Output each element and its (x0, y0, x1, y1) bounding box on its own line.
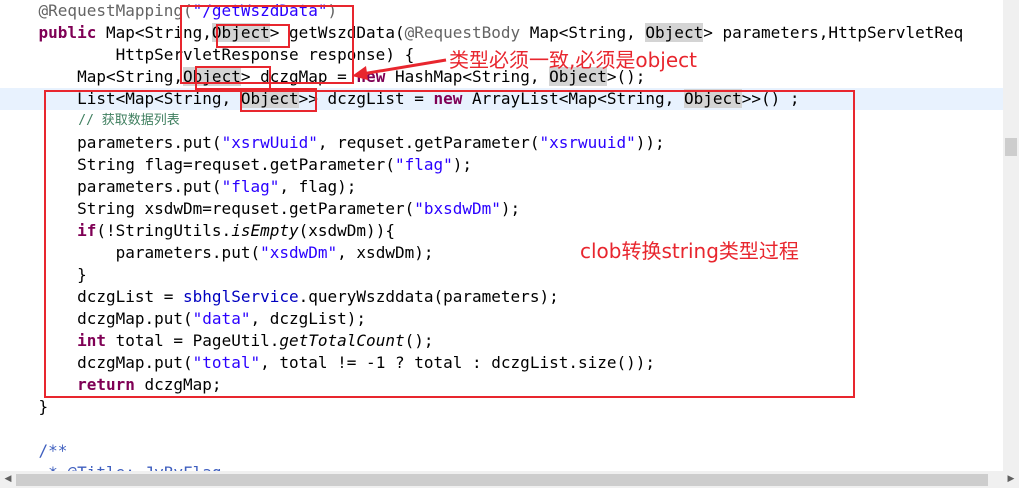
scroll-right-arrow-icon[interactable]: ▶ (1003, 471, 1019, 488)
horizontal-scroll-thumb[interactable] (16, 474, 988, 486)
vertical-scroll-thumb[interactable] (1005, 138, 1017, 156)
clob-conversion-note: clob转换string类型过程 (580, 239, 799, 263)
arrow-icon (352, 58, 447, 80)
vertical-scrollbar[interactable] (1003, 0, 1019, 471)
type-must-match-note: 类型必须一致,必须是object (449, 48, 697, 72)
scroll-left-arrow-icon[interactable]: ◀ (0, 471, 16, 488)
